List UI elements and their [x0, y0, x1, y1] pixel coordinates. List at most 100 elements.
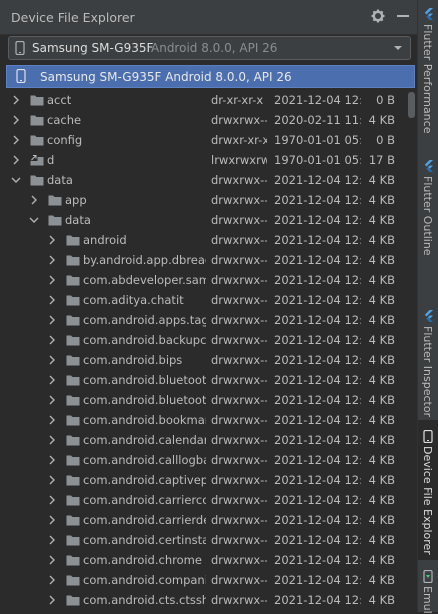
- file-size: 4 KB: [368, 313, 395, 327]
- chevron-right-icon[interactable]: [46, 414, 58, 426]
- tree-row[interactable]: com.android.certinstaller drwxrwx--x 2021-…: [0, 530, 405, 550]
- emulator-icon: [423, 569, 433, 586]
- chevron-right-icon[interactable]: [46, 454, 58, 466]
- chevron-right-icon[interactable]: [46, 274, 58, 286]
- tree-row[interactable]: data drwxrwx--x 2021-12-04 12:39 4 KB: [0, 170, 405, 190]
- device-selector[interactable]: Samsung SM-G935F Android 8.0.0, API 26: [8, 36, 411, 60]
- file-permissions: drwxrwx--x: [211, 433, 267, 447]
- tree-row[interactable]: com.android.bluetooth drwxrwx--x 2021-12-0…: [0, 370, 405, 390]
- tree-row[interactable]: com.android.bluetoothmidi drwxrwx--x 2021-…: [0, 390, 405, 410]
- file-size: 4 KB: [368, 593, 395, 607]
- chevron-right-icon[interactable]: [46, 294, 58, 306]
- folder-icon: [66, 554, 80, 569]
- device-file-explorer-panel: Device File Explorer Samsung SM-G935F An…: [0, 0, 417, 612]
- file-permissions: drwxrwx--x: [211, 213, 267, 227]
- file-permissions: drwxrwx--x: [211, 253, 267, 267]
- file-name: cache: [47, 113, 82, 127]
- tree-row[interactable]: com.android.carrierconfig drwxrwx--x 2021-…: [0, 490, 405, 510]
- chevron-right-icon[interactable]: [46, 554, 58, 566]
- chevron-right-icon[interactable]: [46, 374, 58, 386]
- chevron-down-icon[interactable]: [10, 174, 22, 186]
- tree-row[interactable]: cache drwxrwx--- 2020-02-11 11:16 4 KB: [0, 110, 405, 130]
- chevron-right-icon[interactable]: [46, 314, 58, 326]
- file-name: com.android.chrome: [83, 553, 202, 567]
- tool-tab[interactable]: Flutter Outline: [418, 150, 438, 300]
- file-size: 4 KB: [368, 333, 395, 347]
- scrollbar-thumb[interactable]: [408, 92, 415, 118]
- tool-tab[interactable]: Emul: [418, 560, 438, 614]
- chevron-right-icon[interactable]: [46, 234, 58, 246]
- tool-tab-label: Flutter Outline: [421, 176, 434, 256]
- file-date: 2020-02-11 11:16: [274, 113, 361, 127]
- tool-tab[interactable]: Flutter Performance: [418, 0, 438, 150]
- folder-icon: [66, 394, 80, 409]
- file-name: com.android.carrierdefaultapp: [83, 513, 206, 527]
- chevron-down-icon[interactable]: [28, 214, 40, 226]
- gear-icon[interactable]: [370, 8, 386, 24]
- file-date: 2021-12-04 12:39: [274, 593, 361, 607]
- tree-row[interactable]: android drwxrwx--x 2021-12-04 12:39 4 KB: [0, 230, 405, 250]
- file-name: com.android.calendar: [83, 433, 206, 447]
- tree-row[interactable]: app drwxrwx--x 2021-12-04 12:39 4 KB: [0, 190, 405, 210]
- chevron-right-icon[interactable]: [46, 474, 58, 486]
- tree-row[interactable]: com.android.bookmarkprovider drwxrwx--x 20…: [0, 410, 405, 430]
- file-date: 2021-12-04 12:39: [274, 93, 361, 107]
- tree-row[interactable]: com.android.carrierdefaultapp drwxrwx--x 2…: [0, 510, 405, 530]
- tree-row[interactable]: com.android.captiveportal drwxrwx--x 2021-…: [0, 470, 405, 490]
- tree-row[interactable]: acct dr-xr-xr-x 2021-12-04 12:39 0 B: [0, 90, 405, 110]
- tree-row[interactable]: com.android.cts.ctsshim drwxrwx--x 2021-12…: [0, 590, 405, 610]
- tree-row[interactable]: com.android.backupconfirm drwxrwx--x 2021-…: [0, 330, 405, 350]
- file-size: 4 KB: [368, 293, 395, 307]
- chevron-right-icon[interactable]: [46, 534, 58, 546]
- tree-row[interactable]: com.android.companiondevicemanager drwxrw…: [0, 570, 405, 590]
- tree-row[interactable]: com.android.bips drwxrwx--x 2021-12-04 12:…: [0, 350, 405, 370]
- vertical-scrollbar[interactable]: [405, 90, 417, 612]
- file-date: 2021-12-04 12:39: [274, 373, 361, 387]
- tree-row[interactable]: config drwxr-xr-x 1970-01-01 05:30 0 B: [0, 130, 405, 150]
- tree-row[interactable]: com.android.apps.tag drwxrwx--x 2021-12-04…: [0, 310, 405, 330]
- chevron-right-icon[interactable]: [46, 334, 58, 346]
- tool-tab[interactable]: Device File Explorer: [418, 420, 438, 560]
- tree-row[interactable]: com.aditya.chatit drwxrwx--x 2021-12-04 12…: [0, 290, 405, 310]
- file-permissions: drwxrwx--x: [211, 533, 267, 547]
- minimize-icon[interactable]: [395, 8, 411, 24]
- file-size: 4 KB: [368, 453, 395, 467]
- chevron-right-icon[interactable]: [10, 94, 22, 106]
- device-option[interactable]: Samsung SM-G935F Android 8.0.0, API 26: [6, 65, 415, 88]
- chevron-right-icon[interactable]: [46, 514, 58, 526]
- file-permissions: lrwxrwxrwx: [211, 153, 267, 167]
- folder-icon: [66, 254, 80, 269]
- flutter-icon: [423, 8, 434, 23]
- tree-row[interactable]: data drwxrwx--x 2021-12-04 12:39 4 KB: [0, 210, 405, 230]
- file-name: com.android.apps.tag: [83, 313, 206, 327]
- chevron-right-icon[interactable]: [28, 194, 40, 206]
- chevron-right-icon[interactable]: [46, 434, 58, 446]
- tree-row[interactable]: com.android.chrome drwxrwx--x 2021-12-04 1…: [0, 550, 405, 570]
- file-size: 4 KB: [368, 253, 395, 267]
- file-permissions: dr-xr-xr-x: [211, 93, 264, 107]
- file-name: com.android.certinstaller: [83, 533, 206, 547]
- chevron-right-icon[interactable]: [10, 134, 22, 146]
- tree-row[interactable]: by.android.app.dbreader drwxrwx--x 2021-12…: [0, 250, 405, 270]
- chevron-right-icon[interactable]: [46, 594, 58, 606]
- chevron-right-icon[interactable]: [10, 154, 22, 166]
- chevron-right-icon[interactable]: [46, 354, 58, 366]
- chevron-right-icon[interactable]: [46, 254, 58, 266]
- tree-row[interactable]: com.android.calendar drwxrwx--x 2021-12-04…: [0, 430, 405, 450]
- chevron-right-icon[interactable]: [10, 114, 22, 126]
- tool-window-header: Device File Explorer: [0, 0, 417, 35]
- tree-row[interactable]: d lrwxrwxrwx 1970-01-01 05:30 17 B: [0, 150, 405, 170]
- chevron-right-icon[interactable]: [46, 394, 58, 406]
- chevron-right-icon[interactable]: [46, 574, 58, 586]
- tree-row[interactable]: com.android.calllogbackup drwxrwx--x 2021-…: [0, 450, 405, 470]
- file-size: 4 KB: [368, 393, 395, 407]
- chevron-right-icon[interactable]: [46, 494, 58, 506]
- file-size: 4 KB: [368, 233, 395, 247]
- file-name: android: [83, 233, 127, 247]
- tool-tab-label: Flutter Performance: [421, 24, 434, 134]
- file-date: 2021-12-04 12:39: [274, 393, 361, 407]
- tool-tab[interactable]: Flutter Inspector: [418, 300, 438, 420]
- file-name: com.android.backupconfirm: [83, 333, 206, 347]
- file-size: 17 B: [368, 153, 395, 167]
- tree-row[interactable]: com.abdeveloper.sampleapp drwxrwx--x 2021-…: [0, 270, 405, 290]
